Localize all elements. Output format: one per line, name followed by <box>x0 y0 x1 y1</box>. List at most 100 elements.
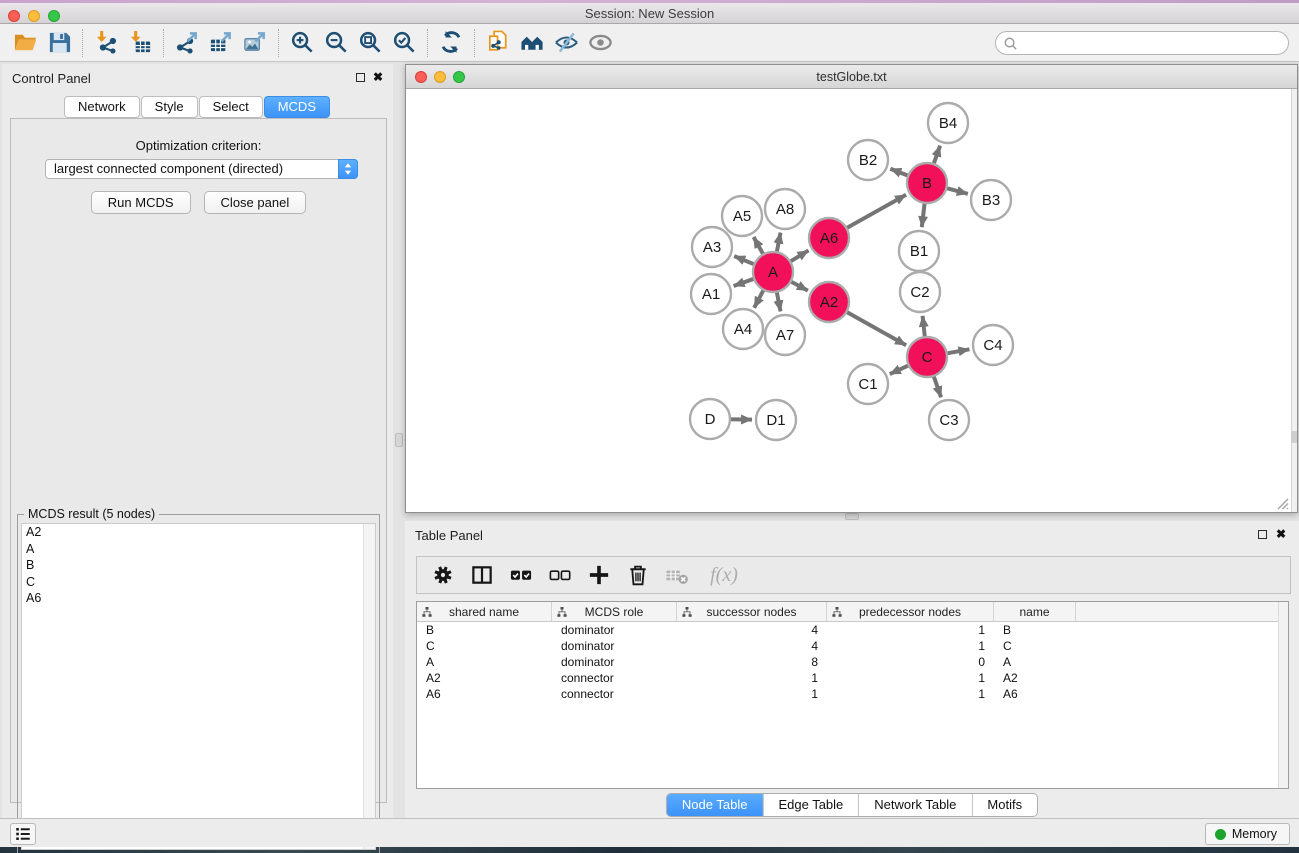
tab-node-table[interactable]: Node Table <box>667 794 764 816</box>
run-mcds-button[interactable]: Run MCDS <box>91 191 191 214</box>
float-panel-button[interactable] <box>356 73 365 82</box>
network-right-splitter-handle[interactable] <box>1291 431 1297 443</box>
table-row-a2[interactable]: A2connector11A2 <box>417 670 1288 686</box>
result-item-b[interactable]: B <box>22 557 375 574</box>
optimization-criterion-select[interactable]: largest connected component (directed) <box>45 159 358 179</box>
export-image-button[interactable] <box>238 28 272 58</box>
save-session-button[interactable] <box>42 28 76 58</box>
refresh-layout-icon <box>439 30 464 55</box>
graph-node-label-B2: B2 <box>859 152 877 169</box>
function-builder-icon: f(x) <box>710 564 738 587</box>
graph-node-label-A2: A2 <box>820 294 838 311</box>
hide-panel-button[interactable] <box>583 28 617 58</box>
import-table-button[interactable] <box>123 28 157 58</box>
window-resize-grip[interactable] <box>1276 497 1289 510</box>
table-body: Bdominator41BCdominator41CAdominator80AA… <box>417 622 1288 702</box>
toggle-graphics-details-button[interactable] <box>549 28 583 58</box>
unselect-all-columns-button[interactable] <box>546 561 573 589</box>
graph-edge-A2-C[interactable] <box>844 310 906 345</box>
tab-style[interactable]: Style <box>141 96 198 118</box>
search-input[interactable] <box>1018 33 1288 53</box>
table-tabs: Node TableEdge TableNetwork TableMotifs <box>666 793 1038 817</box>
table-options-gear-button[interactable] <box>429 561 456 589</box>
ui-settings-button[interactable] <box>10 823 36 845</box>
result-item-c[interactable]: C <box>22 574 375 591</box>
column-label: predecessor nodes <box>859 605 961 619</box>
import-network-button[interactable] <box>89 28 123 58</box>
result-scrollbar[interactable] <box>363 524 375 849</box>
result-item-a2[interactable]: A2 <box>22 524 375 541</box>
tab-network[interactable]: Network <box>64 96 140 118</box>
column-header-predecessor-nodes[interactable]: predecessor nodes <box>827 602 994 621</box>
search-box[interactable] <box>995 31 1289 55</box>
import-table-icon <box>128 30 153 55</box>
table-close-button[interactable]: ✖ <box>1276 527 1286 541</box>
result-item-a[interactable]: A <box>22 541 375 558</box>
column-header-successor-nodes[interactable]: successor nodes <box>677 602 827 621</box>
cell-successor-nodes: 4 <box>677 639 827 653</box>
table-row-a[interactable]: Adominator80A <box>417 654 1288 670</box>
result-item-a6[interactable]: A6 <box>22 590 375 607</box>
cell-mcds-role: dominator <box>552 623 677 637</box>
new-network-from-selection-button[interactable] <box>481 28 515 58</box>
mcds-tab-content: Optimization criterion: largest connecte… <box>10 118 387 803</box>
graph-node-label-C2: C2 <box>910 284 929 301</box>
table-row-b[interactable]: Bdominator41B <box>417 622 1288 638</box>
column-type-icon <box>832 607 842 617</box>
open-session-button[interactable] <box>8 28 42 58</box>
toolbar-separator <box>427 29 428 57</box>
vertical-splitter-handle[interactable] <box>395 433 403 447</box>
cell-name: A6 <box>994 687 1076 701</box>
delete-table-button[interactable] <box>663 561 690 589</box>
tab-network-table[interactable]: Network Table <box>859 794 972 816</box>
table-scrollbar[interactable] <box>1278 602 1288 788</box>
criterion-label: Optimization criterion: <box>11 138 386 153</box>
zoom-in-button[interactable] <box>285 28 319 58</box>
tab-select[interactable]: Select <box>199 96 263 118</box>
close-panel-button-mcds[interactable]: Close panel <box>204 191 307 214</box>
main-toolbar <box>0 24 1299 62</box>
refresh-layout-button[interactable] <box>434 28 468 58</box>
zoom-fit-button[interactable] <box>353 28 387 58</box>
function-builder-button[interactable]: f(x) <box>702 561 746 589</box>
tab-motifs[interactable]: Motifs <box>972 794 1037 816</box>
table-float-button[interactable] <box>1258 530 1267 539</box>
export-network-button[interactable] <box>170 28 204 58</box>
zoom-out-button[interactable] <box>319 28 353 58</box>
toolbar-separator <box>82 29 83 57</box>
tab-mcds[interactable]: MCDS <box>264 96 330 118</box>
zoom-selected-button[interactable] <box>387 28 421 58</box>
delete-columns-button[interactable] <box>624 561 651 589</box>
status-bar: Memory <box>0 818 1299 847</box>
export-table-button[interactable] <box>204 28 238 58</box>
column-header-name[interactable]: name <box>994 602 1076 621</box>
app-window: Session: New Session Control Panel ✖ Net… <box>0 3 1299 847</box>
memory-label: Memory <box>1232 827 1277 841</box>
mcds-result-list[interactable]: A2ABCA6 <box>21 523 376 850</box>
graph-node-label-C1: C1 <box>858 376 877 393</box>
memory-button[interactable]: Memory <box>1205 823 1290 845</box>
cell-mcds-role: connector <box>552 687 677 701</box>
create-column-button[interactable] <box>585 561 612 589</box>
graph-node-label-C: C <box>922 349 933 366</box>
network-window: testGlobe.txt B4B2BB3A5A8A6B1A3AA1C2A4A7… <box>405 64 1298 513</box>
toolbar-separator <box>278 29 279 57</box>
tab-edge-table[interactable]: Edge Table <box>763 794 859 816</box>
show-column-panel-button[interactable] <box>468 561 495 589</box>
toolbar-buttons <box>8 28 617 58</box>
graph-node-label-A8: A8 <box>776 201 794 218</box>
first-neighbors-icon <box>520 30 545 55</box>
network-canvas[interactable]: B4B2BB3A5A8A6B1A3AA1C2A4A7A2C4CC1C3DD1 <box>406 89 1291 512</box>
table-row-c[interactable]: Cdominator41C <box>417 638 1288 654</box>
export-network-icon <box>175 30 200 55</box>
graph-edge-A6-B[interactable] <box>844 195 906 230</box>
column-header-shared-name[interactable]: shared name <box>417 602 552 621</box>
close-panel-button[interactable]: ✖ <box>373 70 383 84</box>
cell-mcds-role: dominator <box>552 639 677 653</box>
column-header-mcds-role[interactable]: MCDS role <box>552 602 677 621</box>
select-all-columns-button[interactable] <box>507 561 534 589</box>
first-neighbors-button[interactable] <box>515 28 549 58</box>
zoom-out-icon <box>324 30 349 55</box>
table-row-a6[interactable]: A6connector11A6 <box>417 686 1288 702</box>
horizontal-splitter-handle[interactable] <box>845 513 859 520</box>
